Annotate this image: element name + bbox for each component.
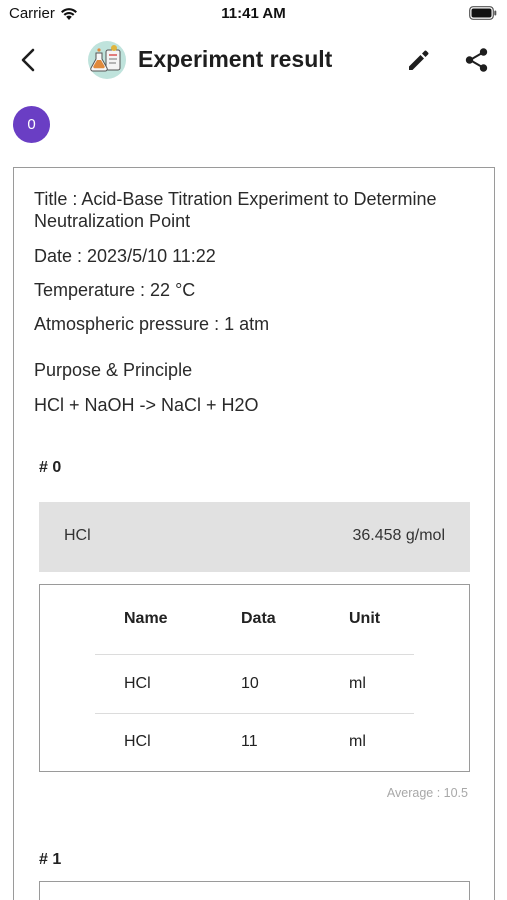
page-title: Experiment result bbox=[138, 46, 333, 72]
compound-header[interactable]: HCl 36.458 g/mol bbox=[39, 502, 470, 572]
table-cell-name: HCl bbox=[124, 675, 151, 692]
table-cell-unit: ml bbox=[349, 733, 366, 750]
section-label: # 0 bbox=[39, 459, 62, 476]
experiment-date: Date : 2023/5/10 11:22 bbox=[34, 246, 216, 266]
table-cell-unit: ml bbox=[349, 675, 366, 692]
experiment-result-card: Title : Acid-Base Titration Experiment t… bbox=[13, 167, 495, 900]
reaction-equation: HCl + NaOH -> NaCl + H2O bbox=[34, 395, 259, 415]
measurement-table: Name Data Unit HCl 10 ml HCl 11 ml bbox=[39, 584, 470, 772]
column-header-data: Data bbox=[241, 610, 276, 627]
column-header-unit: Unit bbox=[349, 610, 381, 627]
share-icon[interactable] bbox=[463, 46, 491, 74]
column-header-name: Name bbox=[124, 610, 168, 627]
status-bar: Carrier 11:41 AM bbox=[0, 0, 507, 30]
compound-header[interactable] bbox=[39, 881, 470, 900]
status-time: 11:41 AM bbox=[221, 5, 286, 22]
experiment-pressure: Atmospheric pressure : 1 atm bbox=[34, 314, 270, 334]
average-value: Average : 10.5 bbox=[386, 786, 468, 800]
purpose-label: Purpose & Principle bbox=[34, 360, 193, 380]
row-divider bbox=[95, 713, 414, 714]
nav-bar: Experiment result bbox=[0, 36, 507, 84]
count-badge[interactable]: 0 bbox=[13, 106, 50, 143]
table-cell-data: 10 bbox=[241, 675, 259, 692]
pencil-icon[interactable] bbox=[405, 46, 433, 74]
experiment-title: Title : Acid-Base Titration Experiment t… bbox=[34, 189, 437, 231]
compound-molar-mass: 36.458 g/mol bbox=[352, 527, 445, 544]
lab-flask-icon bbox=[88, 41, 126, 79]
section-label: # 1 bbox=[39, 851, 62, 868]
table-cell-name: HCl bbox=[124, 733, 151, 750]
chevron-left-icon[interactable] bbox=[14, 45, 44, 75]
row-divider bbox=[95, 654, 414, 655]
battery-icon bbox=[469, 6, 497, 20]
table-cell-data: 11 bbox=[241, 733, 258, 750]
experiment-temperature: Temperature : 22 °C bbox=[34, 280, 196, 300]
compound-name: HCl bbox=[64, 527, 91, 544]
